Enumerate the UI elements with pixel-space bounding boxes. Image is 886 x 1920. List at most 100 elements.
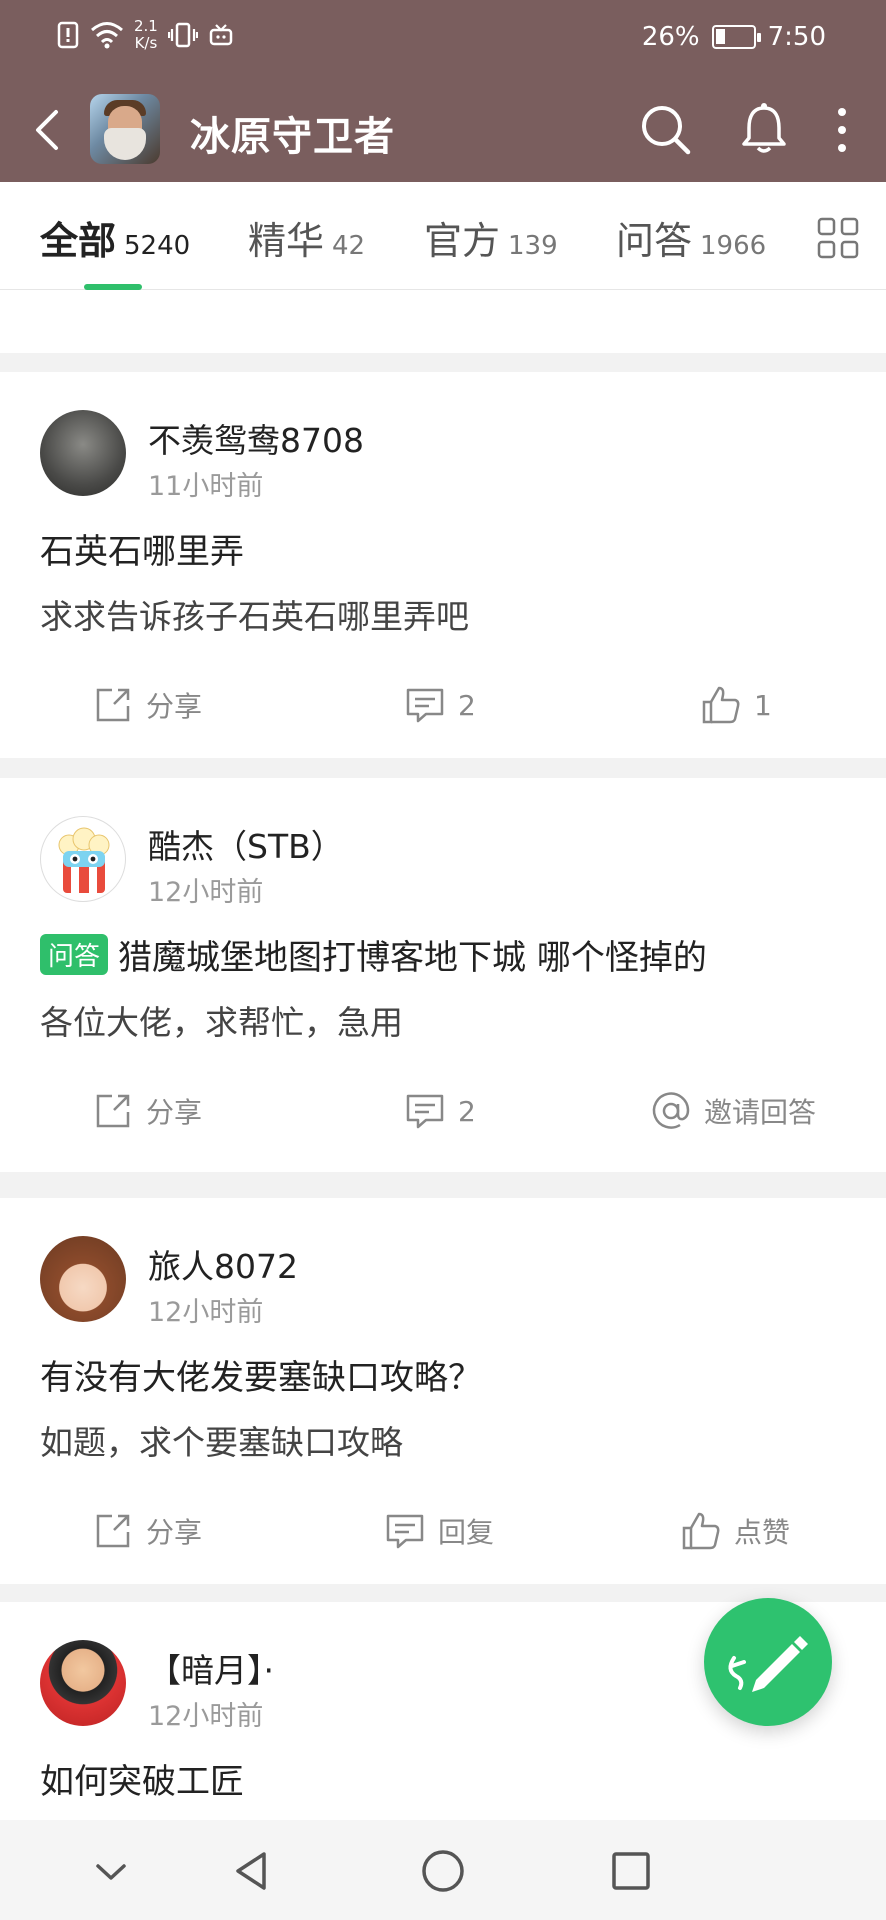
tab-count: 5240 [124,231,191,261]
comment-icon [406,1094,444,1129]
comment-count: 2 [458,1094,476,1128]
share-button[interactable]: 分享 [92,1510,202,1552]
share-button[interactable]: 分享 [92,684,202,726]
username[interactable]: 酷杰（STB） [148,820,344,868]
home-circle-icon[interactable] [418,1846,468,1896]
invite-answer-button[interactable]: 邀请回答 [650,1090,816,1132]
tab-count: 1966 [700,231,767,261]
share-icon [96,1514,130,1548]
recents-square-icon[interactable] [606,1846,656,1896]
post-title[interactable]: 如何突破工匠 [40,1754,244,1803]
post-title-text: 有没有大佬发要塞缺口攻略？ [40,1358,482,1398]
post-title[interactable]: 有没有大佬发要塞缺口攻略？ [40,1350,482,1399]
post-time: 12小时前 [148,1701,264,1732]
share-icon [96,1094,130,1128]
popcorn-avatar-icon [58,827,110,893]
tab-label: 全部 [40,219,117,263]
network-speed: 2.1 K/s [134,18,158,52]
post-actions: 分享 2 1 [0,678,886,738]
avatar[interactable] [40,816,126,902]
avatar[interactable] [40,1236,126,1322]
more-vertical-icon[interactable] [812,100,872,160]
speed-value: 2.1 [134,17,158,35]
tab-bar: 全部 5240 精华 42 官方 139 问答 1966 [0,182,886,290]
game-avatar[interactable] [90,94,160,164]
username[interactable]: 旅人8072 [148,1240,298,1288]
share-label: 分享 [146,1096,203,1129]
post-card[interactable]: 酷杰（STB） 12小时前 问答 猎魔城堡地图打博客地下城 哪个怪掉的 各位大佬… [0,778,886,1172]
status-bar: 2.1 K/s 26% 7:50 [0,0,886,75]
post-time: 11小时前 [148,471,264,502]
grid-icon[interactable] [816,216,860,260]
invite-label: 邀请回答 [704,1096,817,1129]
tab-all[interactable]: 全部 5240 [40,210,190,265]
post-body[interactable]: 如题，求个要塞缺口攻略 [40,1416,403,1464]
tab-label: 精华 [248,219,325,263]
post-feed[interactable]: 不羡鸳鸯8708 11小时前 石英石哪里弄 求求告诉孩子石英石哪里弄吧 分享 2… [0,290,886,1820]
top-bar: 2.1 K/s 26% 7:50 冰原守卫者 [0,0,886,182]
like-label: 点赞 [734,1516,791,1549]
avatar[interactable] [40,410,126,496]
tv-icon [209,24,233,46]
page-title: 冰原守卫者 [190,114,395,160]
app-header: 冰原守卫者 [0,90,886,172]
bell-icon[interactable] [734,100,794,160]
like-button[interactable]: 1 [700,684,772,726]
compose-button[interactable] [704,1598,832,1726]
post-title-text: 如何突破工匠 [40,1762,244,1802]
tab-label: 官方 [424,219,501,263]
like-button[interactable]: 点赞 [680,1510,790,1552]
clock: 7:50 [767,22,826,52]
battery-percent: 26% [641,22,700,52]
post-body[interactable]: 求求告诉孩子石英石哪里弄吧 [40,590,469,638]
wifi-icon [91,22,123,49]
tab-qa[interactable]: 问答 1966 [616,210,766,265]
search-icon[interactable] [636,100,696,160]
avatar[interactable] [40,1640,126,1726]
comment-icon [406,688,444,723]
post-card[interactable]: 不羡鸳鸯8708 11小时前 石英石哪里弄 求求告诉孩子石英石哪里弄吧 分享 2… [0,372,886,758]
tab-label: 问答 [616,219,693,263]
tab-featured[interactable]: 精华 42 [248,210,365,265]
at-icon [652,1092,690,1129]
reply-button[interactable]: 回复 [384,1510,494,1552]
sim-alert-icon [57,21,79,49]
battery-icon [711,25,761,49]
thumbs-up-icon [682,1512,720,1550]
post-title-text: 石英石哪里弄 [40,532,244,572]
post-title[interactable]: 问答 猎魔城堡地图打博客地下城 哪个怪掉的 [40,930,707,979]
vibrate-icon [167,22,198,48]
post-body[interactable]: 各位大佬，求帮忙，急用 [40,996,403,1044]
share-icon [96,688,130,722]
pen-icon [728,1636,808,1692]
reply-label: 回复 [438,1516,495,1549]
comment-button[interactable]: 2 [404,1090,476,1132]
speed-unit: K/s [134,34,158,52]
thumbs-up-icon [702,686,740,724]
post-title-text: 猎魔城堡地图打博客地下城 哪个怪掉的 [118,938,707,978]
comment-button[interactable]: 2 [404,684,476,726]
post-card[interactable]: 旅人8072 12小时前 有没有大佬发要塞缺口攻略？ 如题，求个要塞缺口攻略 分… [0,1198,886,1584]
share-label: 分享 [146,1516,203,1549]
share-button[interactable]: 分享 [92,1090,202,1132]
tab-count: 139 [508,231,558,261]
system-nav-bar [0,1820,886,1920]
post-actions: 分享 2 邀请回答 [0,1084,886,1144]
username[interactable]: 【暗月】· [148,1644,274,1692]
back-arrow-icon[interactable] [22,102,78,158]
username[interactable]: 不羡鸳鸯8708 [148,414,364,462]
comment-count: 2 [458,688,476,722]
qa-badge: 问答 [40,934,109,975]
share-label: 分享 [146,690,203,723]
tab-official[interactable]: 官方 139 [424,210,558,265]
chevron-down-icon[interactable] [86,1846,136,1896]
post-time: 12小时前 [148,1297,264,1328]
post-actions: 分享 回复 点赞 [0,1504,886,1564]
back-triangle-icon[interactable] [226,1846,276,1896]
comment-icon [386,1514,424,1549]
battery-level [715,29,725,44]
post-time: 12小时前 [148,877,264,908]
like-count: 1 [754,688,772,722]
tab-count: 42 [332,231,366,261]
post-title[interactable]: 石英石哪里弄 [40,524,244,573]
